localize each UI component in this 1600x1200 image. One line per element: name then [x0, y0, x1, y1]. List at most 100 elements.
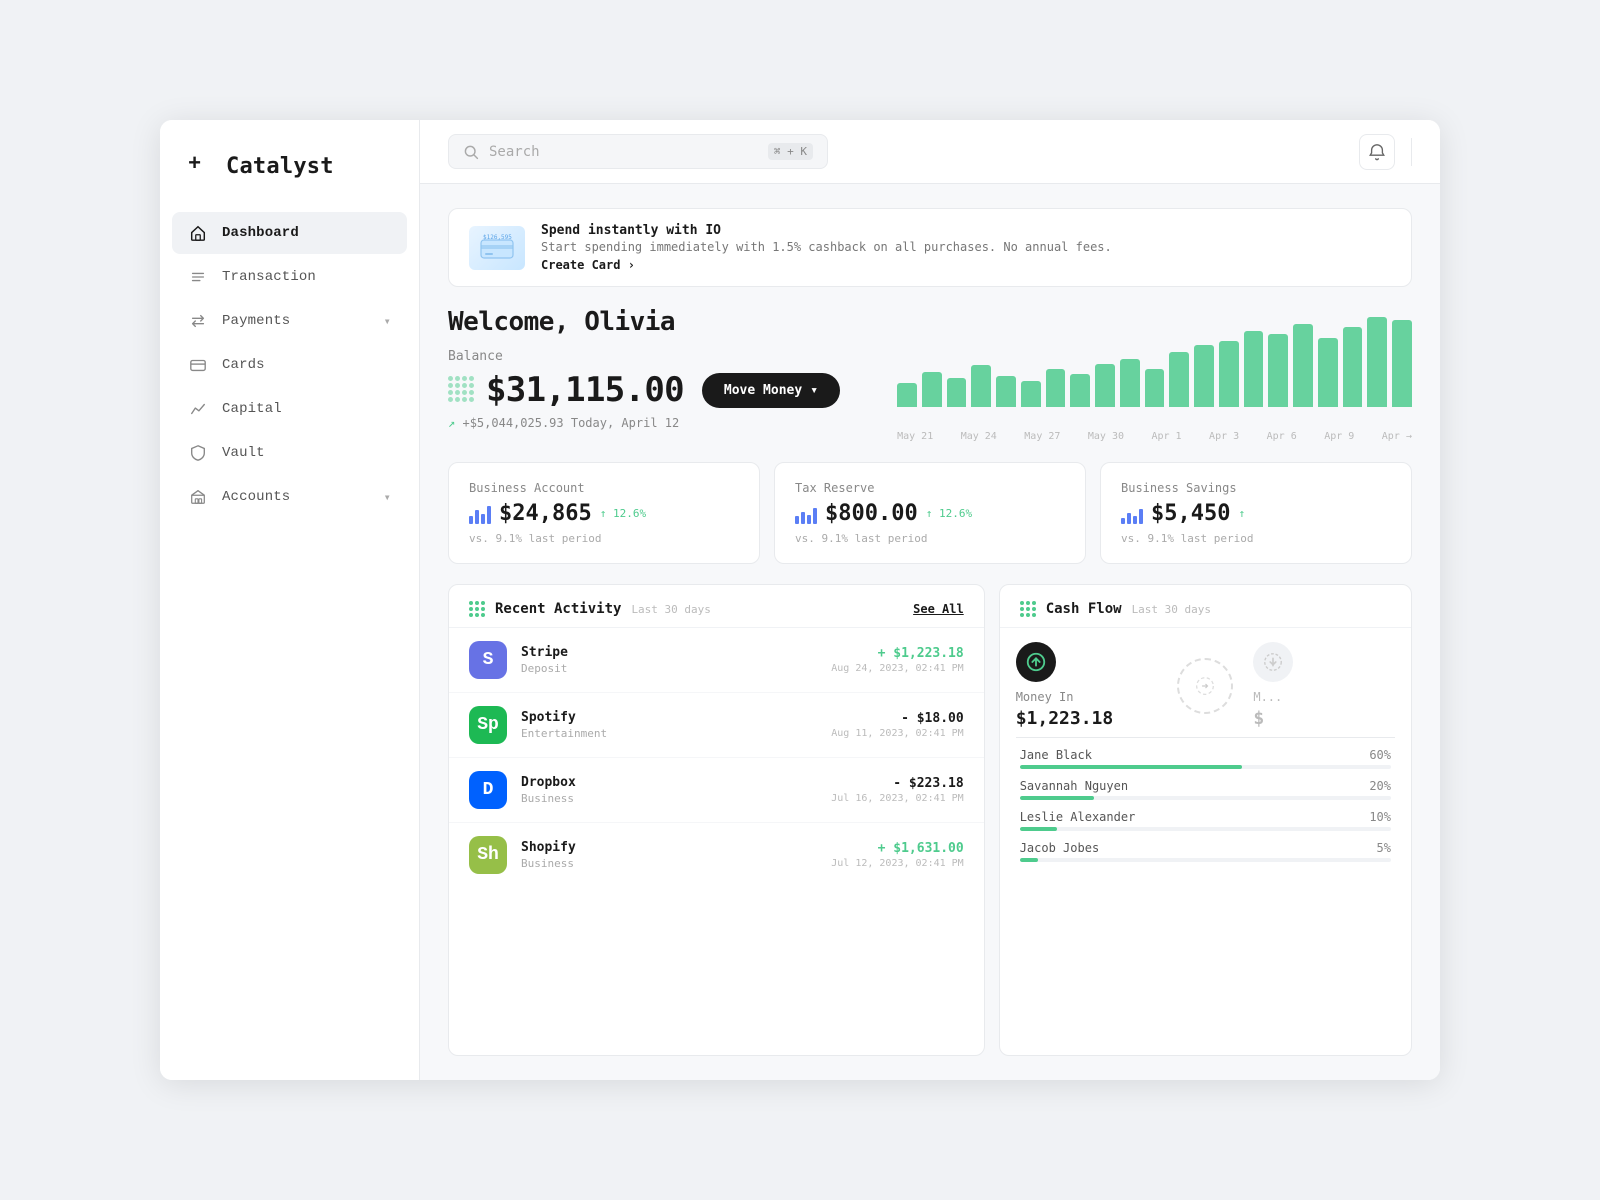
- activity-dots-icon: [469, 601, 485, 617]
- banner-title: Spend instantly with IO: [541, 223, 1112, 238]
- move-money-button[interactable]: Move Money ▾: [702, 373, 840, 408]
- welcome-section: Welcome, Olivia Balance $31,115.00: [448, 307, 1412, 442]
- breakdown-pct: 5%: [1377, 841, 1391, 855]
- activity-item[interactable]: Sh Shopify Business + $1,631.00 Jul 12, …: [449, 823, 984, 887]
- dropbox-avatar: D: [469, 771, 507, 809]
- page-content: $126,595 Spend instantly with IO Start s…: [420, 184, 1440, 1080]
- cashflow-cards: Money In $1,223.18: [1000, 628, 1411, 737]
- account-vs: vs. 9.1% last period: [795, 532, 1065, 545]
- activity-name: Spotify: [521, 710, 817, 725]
- banner-link[interactable]: Create Card ›: [541, 258, 1112, 272]
- mini-bars-icon: [795, 504, 817, 524]
- activity-category: Business: [521, 792, 817, 805]
- account-card-tax[interactable]: Tax Reserve $800.00 ↑ 12.6% vs. 9.1% las…: [774, 462, 1086, 564]
- money-out-avatar: [1253, 642, 1293, 682]
- notification-bell-button[interactable]: [1359, 134, 1395, 170]
- account-amount: $24,865: [499, 501, 592, 526]
- activity-right: + $1,631.00 Jul 12, 2023, 02:41 PM: [831, 841, 963, 869]
- money-in-card: Money In $1,223.18: [1016, 642, 1158, 729]
- see-all-link[interactable]: See All: [913, 602, 964, 616]
- cashflow-section-divider: [1016, 737, 1395, 738]
- sidebar-item-vault[interactable]: Vault: [172, 432, 407, 474]
- breakdown-bar: [1020, 796, 1391, 800]
- sidebar-item-label: Vault: [222, 445, 265, 461]
- account-cards: Business Account $24,865 ↑ 12.6% vs. 9.1…: [448, 462, 1412, 564]
- account-card-savings[interactable]: Business Savings $5,450 ↑ vs. 9.1% last …: [1100, 462, 1412, 564]
- card-icon: [188, 355, 208, 375]
- shopify-avatar: Sh: [469, 836, 507, 874]
- account-amount: $5,450: [1151, 501, 1230, 526]
- sidebar-item-dashboard[interactable]: Dashboard: [172, 212, 407, 254]
- sidebar-item-label: Cards: [222, 357, 265, 373]
- list-icon: [188, 267, 208, 287]
- breakdown-name: Leslie Alexander: [1020, 810, 1136, 824]
- breakdown-name: Jacob Jobes: [1020, 841, 1099, 855]
- money-out-amount: $: [1253, 708, 1395, 729]
- app-logo: + Catalyst: [160, 120, 419, 212]
- svg-text:$126,595: $126,595: [483, 234, 512, 241]
- money-in-avatar: [1016, 642, 1056, 682]
- breakdown-item: Leslie Alexander 10%: [1020, 810, 1391, 831]
- stripe-avatar: S: [469, 641, 507, 679]
- activity-info: Spotify Entertainment: [521, 710, 817, 740]
- balance-change: ↗ +$5,044,025.93 Today, April 12: [448, 416, 877, 430]
- banner-text: Spend instantly with IO Start spending i…: [541, 223, 1112, 272]
- mini-bars-icon: [1121, 504, 1143, 524]
- search-box[interactable]: Search ⌘ + K: [448, 134, 828, 169]
- money-out-card: M... $: [1253, 642, 1395, 729]
- breakdown-item: Jane Black 60%: [1020, 748, 1391, 769]
- breakdown-item: Jacob Jobes 5%: [1020, 841, 1391, 862]
- money-in-label: Money In: [1016, 690, 1158, 704]
- transfer-icon: [188, 311, 208, 331]
- cashflow-circle-icon: [1177, 658, 1233, 714]
- sidebar-item-payments[interactable]: Payments ▾: [172, 300, 407, 342]
- activity-right: - $18.00 Aug 11, 2023, 02:41 PM: [831, 711, 963, 739]
- change-badge: ↑ 12.6%: [926, 507, 972, 520]
- cashflow-breakdown: Jane Black 60% Savannah Nguyen 20%: [1000, 748, 1411, 872]
- activity-list: S Stripe Deposit + $1,223.18 Aug 24, 202…: [449, 628, 984, 1055]
- search-icon: [463, 144, 479, 160]
- topbar-divider: [1411, 138, 1412, 166]
- activity-date: Aug 11, 2023, 02:41 PM: [831, 728, 963, 739]
- sidebar-item-label: Accounts: [222, 489, 290, 505]
- shield-icon: [188, 443, 208, 463]
- sidebar-item-transaction[interactable]: Transaction: [172, 256, 407, 298]
- activity-amount: - $223.18: [831, 776, 963, 791]
- sidebar-item-capital[interactable]: Capital: [172, 388, 407, 430]
- welcome-greeting: Welcome, Olivia: [448, 307, 877, 337]
- mini-bars-icon: [469, 504, 491, 524]
- activity-category: Business: [521, 857, 817, 870]
- activity-date: Jul 16, 2023, 02:41 PM: [831, 793, 963, 804]
- sidebar-item-label: Dashboard: [222, 225, 299, 241]
- spotify-avatar: Sp: [469, 706, 507, 744]
- balance-row: $31,115.00 Move Money ▾: [448, 370, 877, 410]
- breakdown-bar: [1020, 858, 1391, 862]
- activity-item[interactable]: Sp Spotify Entertainment - $18.00 Aug 11…: [449, 693, 984, 758]
- chevron-down-icon: ▾: [384, 314, 391, 329]
- account-vs: vs. 9.1% last period: [1121, 532, 1391, 545]
- cashflow-dots-icon: [1020, 601, 1036, 617]
- activity-category: Entertainment: [521, 727, 817, 740]
- breakdown-pct: 20%: [1369, 779, 1391, 793]
- balance-chart: May 21May 24May 27May 30Apr 1Apr 3Apr 6A…: [897, 307, 1412, 442]
- sidebar-item-accounts[interactable]: Accounts ▾: [172, 476, 407, 518]
- banner-image: $126,595: [469, 226, 525, 270]
- activity-info: Dropbox Business: [521, 775, 817, 805]
- chart-labels: May 21May 24May 27May 30Apr 1Apr 3Apr 6A…: [897, 427, 1412, 442]
- banner-subtitle: Start spending immediately with 1.5% cas…: [541, 240, 1112, 254]
- cashflow-divider-circle: [1169, 642, 1241, 729]
- activity-category: Deposit: [521, 662, 817, 675]
- sidebar-item-cards[interactable]: Cards: [172, 344, 407, 386]
- activity-item[interactable]: S Stripe Deposit + $1,223.18 Aug 24, 202…: [449, 628, 984, 693]
- activity-panel: Recent Activity Last 30 days See All S S…: [448, 584, 985, 1056]
- breakdown-bar: [1020, 765, 1391, 769]
- account-title: Tax Reserve: [795, 481, 1065, 495]
- activity-item[interactable]: D Dropbox Business - $223.18 Jul 16, 202…: [449, 758, 984, 823]
- activity-name: Stripe: [521, 645, 817, 660]
- account-vs: vs. 9.1% last period: [469, 532, 739, 545]
- bottom-panels: Recent Activity Last 30 days See All S S…: [448, 584, 1412, 1056]
- breakdown-name: Jane Black: [1020, 748, 1092, 762]
- account-amount: $800.00: [825, 501, 918, 526]
- account-card-business[interactable]: Business Account $24,865 ↑ 12.6% vs. 9.1…: [448, 462, 760, 564]
- activity-header: Recent Activity Last 30 days See All: [449, 585, 984, 628]
